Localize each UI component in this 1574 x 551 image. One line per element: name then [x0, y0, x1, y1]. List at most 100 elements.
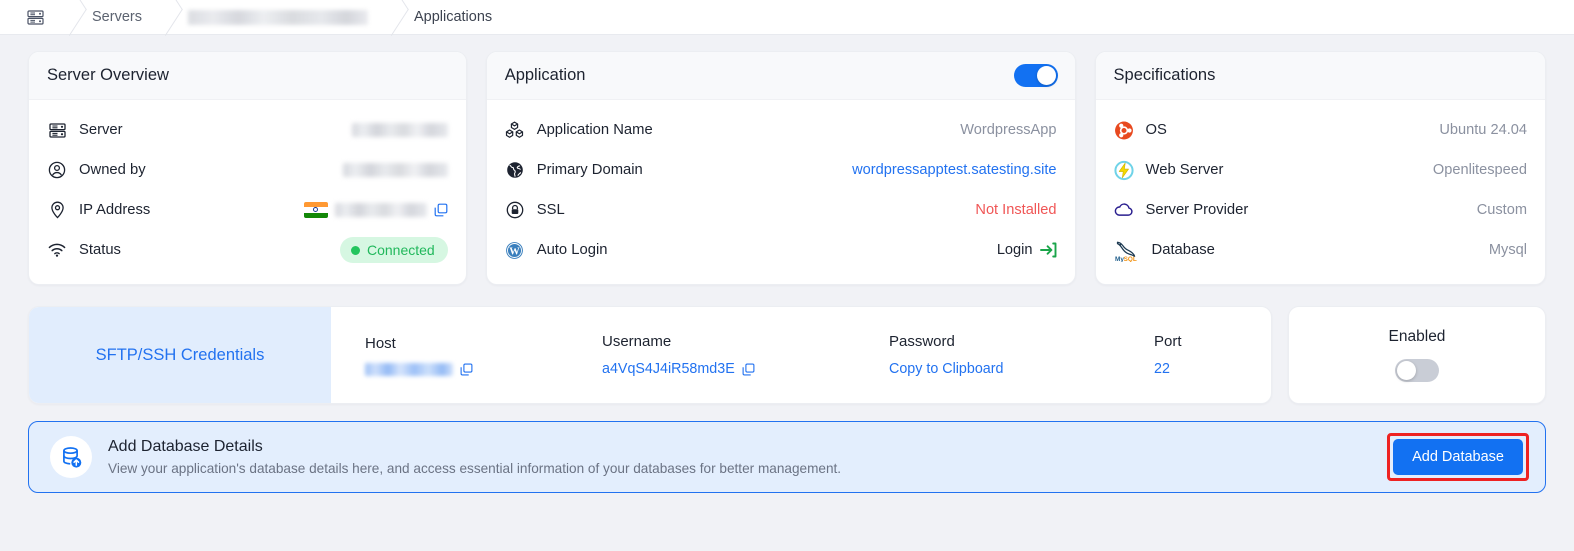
server-overview-card: Server Overview Server Owned by IP Addre…	[28, 51, 467, 285]
database-label: Database	[1151, 242, 1215, 258]
add-database-section: Add Database Details View your applicati…	[0, 404, 1574, 493]
auto-login-row: W Auto Login Login	[505, 230, 1057, 270]
sftp-columns: Host Username a4VqS4J4iR58md3E Password …	[331, 307, 1271, 403]
owned-by-value-redacted	[342, 163, 448, 177]
add-database-description: View your application's database details…	[108, 461, 842, 476]
sftp-enabled-card: Enabled	[1288, 306, 1546, 404]
breadcrumb: Servers Applications	[0, 0, 1574, 35]
auto-login-value[interactable]: Login	[997, 242, 1057, 258]
application-enable-toggle[interactable]	[1013, 64, 1058, 87]
breadcrumb-item-applications[interactable]: Applications	[414, 9, 492, 25]
add-database-banner: Add Database Details View your applicati…	[28, 421, 1546, 493]
ssl-value: Not Installed	[975, 202, 1057, 218]
wifi-icon	[47, 240, 67, 260]
sftp-port-column: Port 22	[1154, 333, 1271, 377]
wordpress-icon: W	[505, 240, 525, 260]
sftp-credentials-card: SFTP/SSH Credentials Host Username a4VqS…	[28, 306, 1272, 404]
sftp-port-header: Port	[1154, 333, 1182, 350]
sftp-password-copy-link[interactable]: Copy to Clipboard	[889, 361, 1154, 377]
copy-icon[interactable]	[434, 203, 448, 217]
primary-domain-row: Primary Domain wordpressapptest.satestin…	[505, 150, 1057, 190]
location-pin-icon	[47, 200, 67, 220]
server-row: Server	[47, 110, 448, 150]
add-database-button-highlight: Add Database	[1387, 433, 1529, 481]
sftp-username-header: Username	[602, 333, 672, 350]
add-database-title: Add Database Details	[108, 438, 263, 455]
server-rack-icon	[24, 8, 46, 26]
server-label: Server	[79, 122, 123, 138]
sftp-port-value: 22	[1154, 361, 1170, 377]
status-dot-icon	[350, 245, 360, 255]
sftp-section-label[interactable]: SFTP/SSH Credentials	[29, 307, 331, 403]
primary-domain-label: Primary Domain	[536, 162, 643, 178]
application-card: Application Application Name WordpressAp…	[485, 51, 1076, 285]
sftp-host-value	[365, 362, 602, 376]
cubes-icon	[505, 120, 525, 140]
breadcrumb-separator-3	[368, 0, 414, 35]
sign-in-arrow-icon	[1039, 242, 1057, 258]
breadcrumb-item-server-name-redacted[interactable]	[187, 9, 368, 25]
copy-icon[interactable]	[742, 363, 755, 376]
application-name-label: Application Name	[536, 122, 653, 138]
ip-address-row: IP Address	[47, 190, 448, 230]
sftp-username-column: Username a4VqS4J4iR58md3E	[602, 333, 889, 377]
database-row: My SQL Database Mysql	[1114, 230, 1527, 270]
mysql-logo-icon: My SQL	[1114, 238, 1140, 262]
server-overview-header: Server Overview	[29, 52, 466, 100]
svg-text:W: W	[509, 246, 520, 257]
breadcrumb-separator-2	[142, 0, 188, 35]
os-label: OS	[1145, 122, 1167, 138]
specifications-card: Specifications OS Ubuntu 24.04 Web Serve…	[1094, 51, 1546, 285]
server-provider-value: Custom	[1476, 202, 1527, 218]
overview-cards-row: Server Overview Server Owned by IP Addre…	[0, 35, 1574, 285]
copy-icon[interactable]	[460, 363, 473, 376]
server-overview-body: Server Owned by IP Address Status Connec…	[29, 100, 466, 284]
sftp-host-header: Host	[365, 334, 396, 352]
specifications-title: Specifications	[1113, 66, 1216, 84]
application-body: Application Name WordpressApp Primary Do…	[487, 100, 1075, 284]
web-server-row: Web Server Openlitespeed	[1113, 150, 1527, 190]
cloud-icon	[1114, 200, 1134, 220]
web-server-label: Web Server	[1145, 162, 1224, 178]
sftp-username-text: a4VqS4J4iR58md3E	[602, 361, 735, 377]
add-database-button[interactable]: Add Database	[1393, 439, 1523, 475]
os-value: Ubuntu 24.04	[1439, 122, 1527, 138]
openlitespeed-logo-icon	[1113, 160, 1134, 180]
application-name-value: WordpressApp	[960, 122, 1057, 138]
auto-login-text: Login	[996, 242, 1033, 258]
sftp-enabled-toggle[interactable]	[1395, 359, 1439, 382]
status-label: Status	[79, 242, 121, 258]
ssl-row: SSL Not Installed	[505, 190, 1057, 230]
owned-by-row: Owned by	[47, 150, 448, 190]
application-title: Application	[504, 66, 586, 84]
database-value: Mysql	[1488, 242, 1527, 258]
globe-icon	[505, 160, 525, 180]
breadcrumb-separator-1	[46, 0, 92, 35]
sftp-enabled-label: Enabled	[1388, 328, 1446, 345]
ip-address-value	[303, 202, 448, 218]
sftp-credentials-section: SFTP/SSH Credentials Host Username a4VqS…	[0, 285, 1574, 404]
ubuntu-logo-icon	[1114, 120, 1134, 140]
primary-domain-value[interactable]: wordpressapptest.satesting.site	[852, 162, 1056, 178]
specifications-body: OS Ubuntu 24.04 Web Server Openlitespeed…	[1096, 100, 1545, 284]
auto-login-label: Auto Login	[536, 242, 608, 258]
breadcrumb-item-servers[interactable]: Servers	[92, 9, 142, 25]
status-row: Status Connected	[47, 230, 448, 270]
sftp-password-header: Password	[889, 333, 955, 350]
server-value-redacted	[351, 123, 448, 137]
sftp-host-column: Host	[365, 335, 602, 376]
database-add-icon	[50, 436, 92, 478]
server-provider-row: Server Provider Custom	[1114, 190, 1527, 230]
india-flag-icon	[303, 202, 328, 218]
status-badge-text: Connected	[366, 242, 435, 258]
svg-text:SQL: SQL	[1123, 256, 1136, 262]
specifications-header: Specifications	[1095, 52, 1545, 100]
lock-circle-icon	[505, 200, 525, 220]
server-rack-icon	[47, 120, 67, 140]
owned-by-label: Owned by	[79, 162, 146, 178]
web-server-value: Openlitespeed	[1432, 162, 1527, 178]
sftp-username-value: a4VqS4J4iR58md3E	[602, 361, 889, 377]
sftp-password-column: Password Copy to Clipboard	[889, 333, 1154, 377]
application-header: Application	[486, 52, 1075, 100]
os-row: OS Ubuntu 24.04	[1114, 110, 1527, 150]
